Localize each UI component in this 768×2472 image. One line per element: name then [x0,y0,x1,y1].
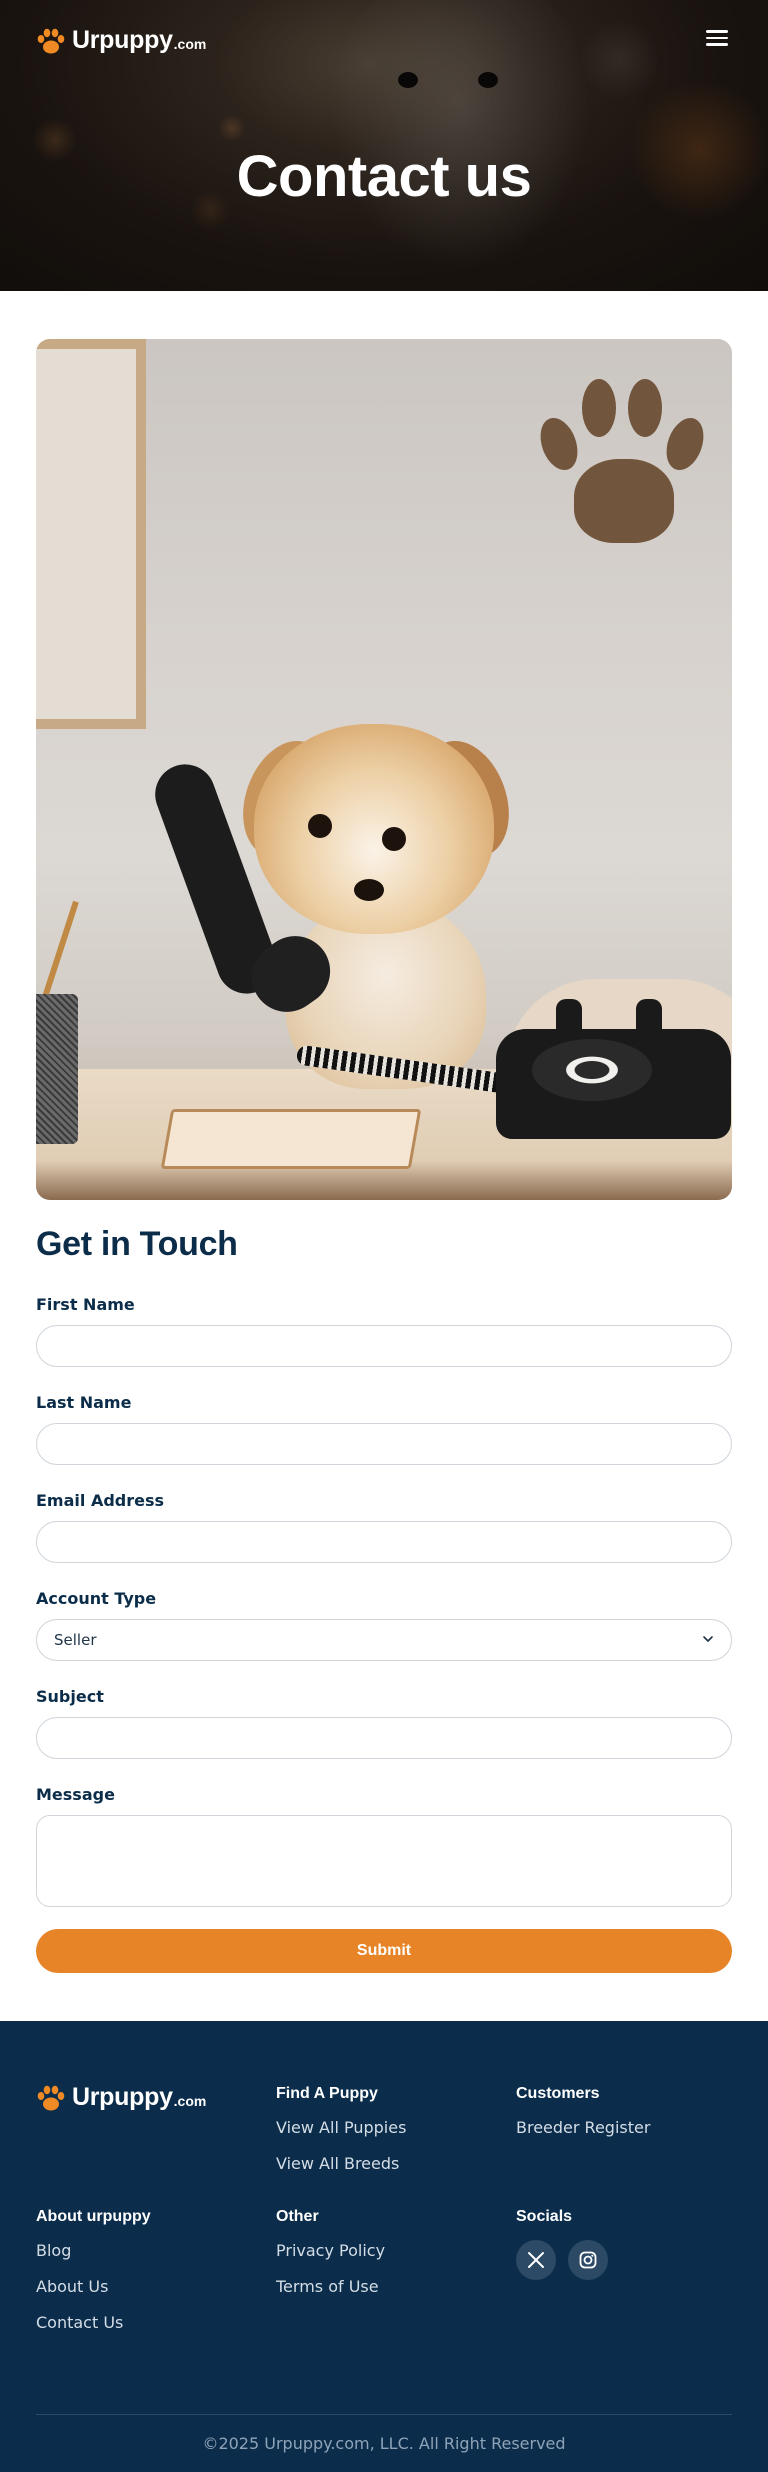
footer-divider [36,2414,732,2415]
footer-link-contact-us[interactable]: Contact Us [36,2313,123,2332]
last-name-label: Last Name [36,1393,132,1412]
footer-logo-tld: .com [173,2093,207,2109]
message-field[interactable] [36,1815,732,1907]
logo-tld: .com [173,36,207,52]
account-type-label: Account Type [36,1589,157,1608]
instagram-social-button[interactable] [568,2240,608,2280]
first-name-field[interactable] [36,1325,732,1367]
email-field[interactable] [36,1521,732,1563]
site-logo[interactable]: Urpuppy .com [36,26,206,55]
footer-link-view-all-puppies[interactable]: View All Puppies [276,2118,406,2137]
x-icon [528,2252,544,2268]
logo-text: Urpuppy [72,26,173,54]
paw-logo-icon [37,28,65,53]
footer-link-about-us[interactable]: About Us [36,2277,108,2296]
socials-heading: Socials [516,2208,573,2225]
account-type-value: Seller [54,1631,97,1649]
form-title: Get in Touch [36,1225,238,1263]
rotary-dial [532,1039,652,1101]
submit-button[interactable]: Submit [36,1929,732,1973]
puppy-eye [308,814,332,838]
footer-link-view-all-breeds[interactable]: View All Breeds [276,2154,399,2173]
footer-logo-text: Urpuppy [72,2083,173,2111]
subject-label: Subject [36,1687,104,1706]
subject-field[interactable] [36,1717,732,1759]
chevron-down-icon [703,1636,713,1642]
page-title: Contact us [236,144,532,209]
wall-frame [36,339,146,729]
first-name-label: First Name [36,1295,135,1314]
footer-logo[interactable]: Urpuppy .com [36,2083,206,2112]
footer-link-breeder-register[interactable]: Breeder Register [516,2118,650,2137]
notebook [160,1109,422,1169]
hamburger-icon[interactable] [704,26,730,52]
last-name-field[interactable] [36,1423,732,1465]
pencil [39,900,79,1008]
footer-link-blog[interactable]: Blog [36,2241,71,2260]
hero-banner: Urpuppy .com Contact us [0,0,768,291]
copyright-text: ©2025 Urpuppy.com, LLC. All Right Reserv… [202,2434,566,2453]
find-a-puppy-heading: Find A Puppy [276,2085,378,2102]
x-social-button[interactable] [516,2240,556,2280]
other-heading: Other [276,2208,319,2225]
footer-link-terms-of-use[interactable]: Terms of Use [276,2277,379,2296]
message-label: Message [36,1785,115,1804]
puppy-head [254,724,494,934]
email-label: Email Address [36,1491,165,1510]
puppy-eye [382,827,406,851]
instagram-icon [579,2251,597,2269]
puppy-phone-image [36,339,732,1200]
customers-heading: Customers [516,2085,600,2102]
account-type-select[interactable]: Seller [36,1619,732,1661]
footer-link-privacy-policy[interactable]: Privacy Policy [276,2241,385,2260]
about-heading: About urpuppy [36,2208,151,2225]
paw-logo-icon [37,2085,65,2110]
pencil-cup [36,994,78,1144]
puppy-nose [354,879,384,901]
paw-decal-icon [533,379,711,549]
